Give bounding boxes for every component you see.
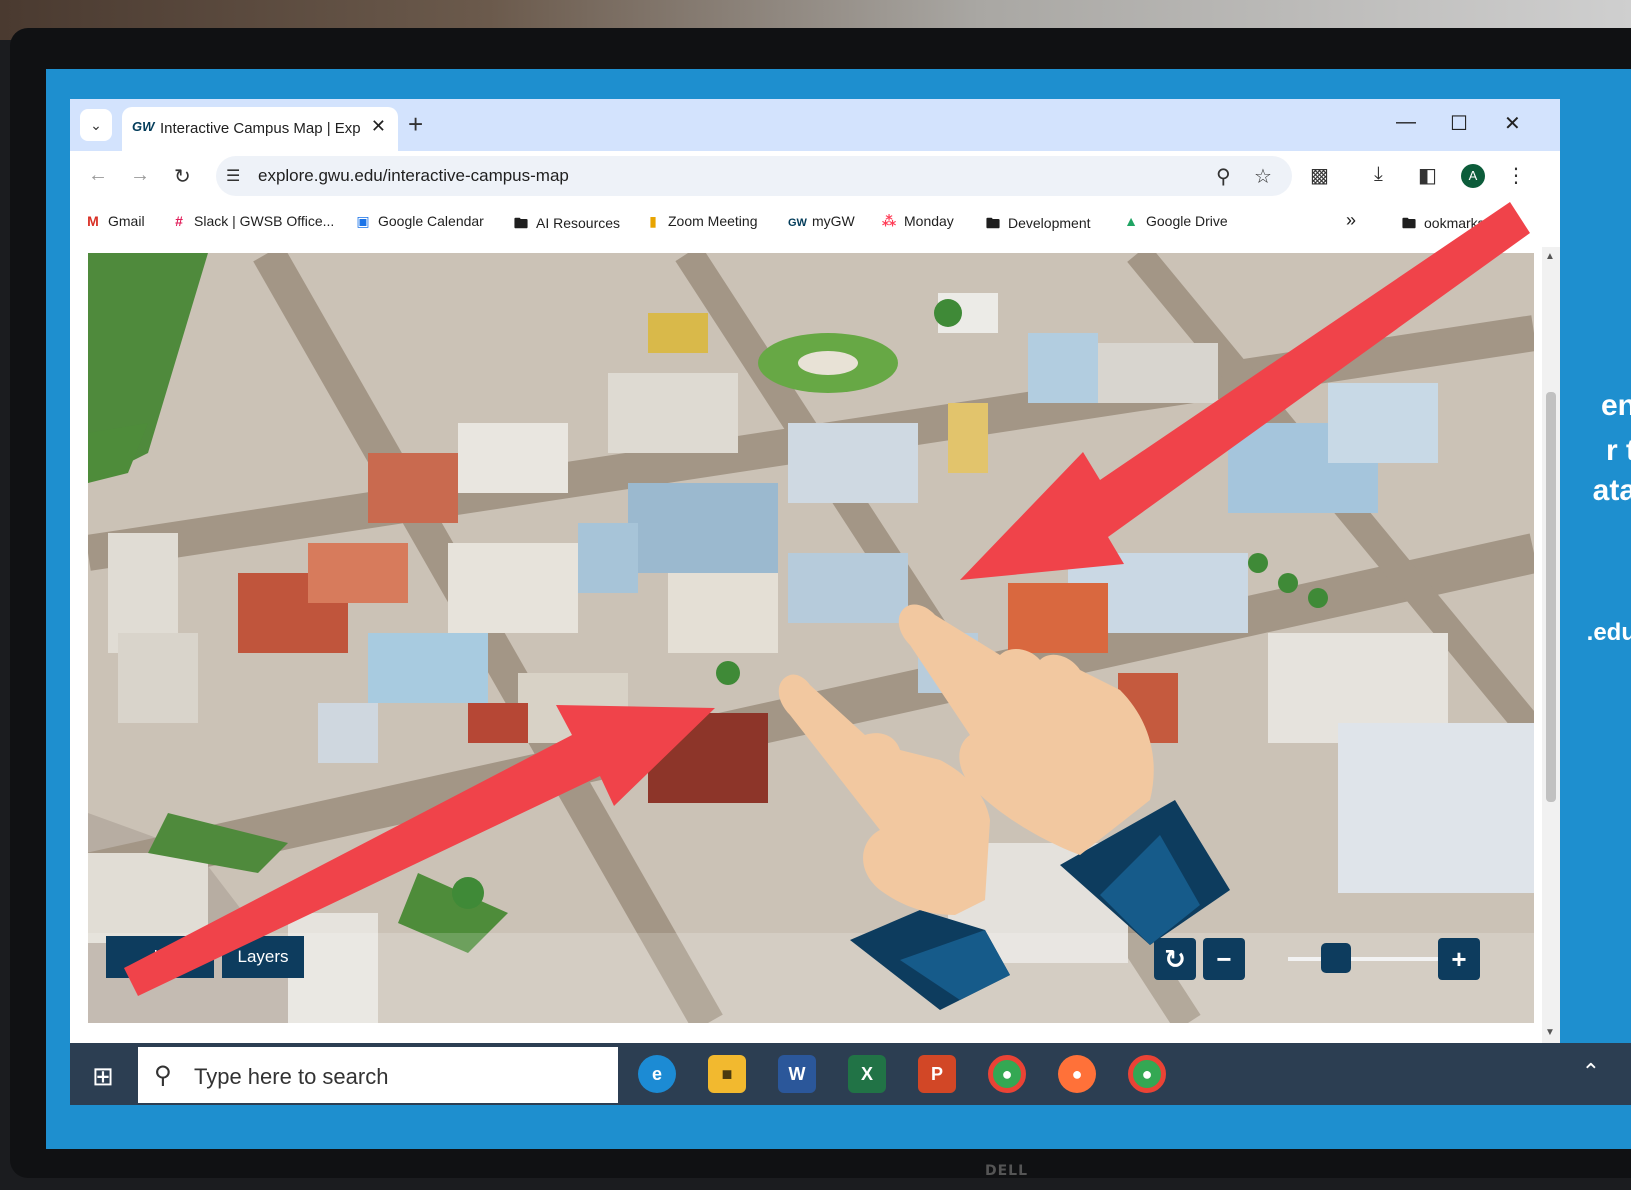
arrow-top-right-icon xyxy=(960,202,1530,580)
gesture-overlay xyxy=(124,202,1530,1010)
arrow-bottom-left-icon xyxy=(124,705,715,996)
